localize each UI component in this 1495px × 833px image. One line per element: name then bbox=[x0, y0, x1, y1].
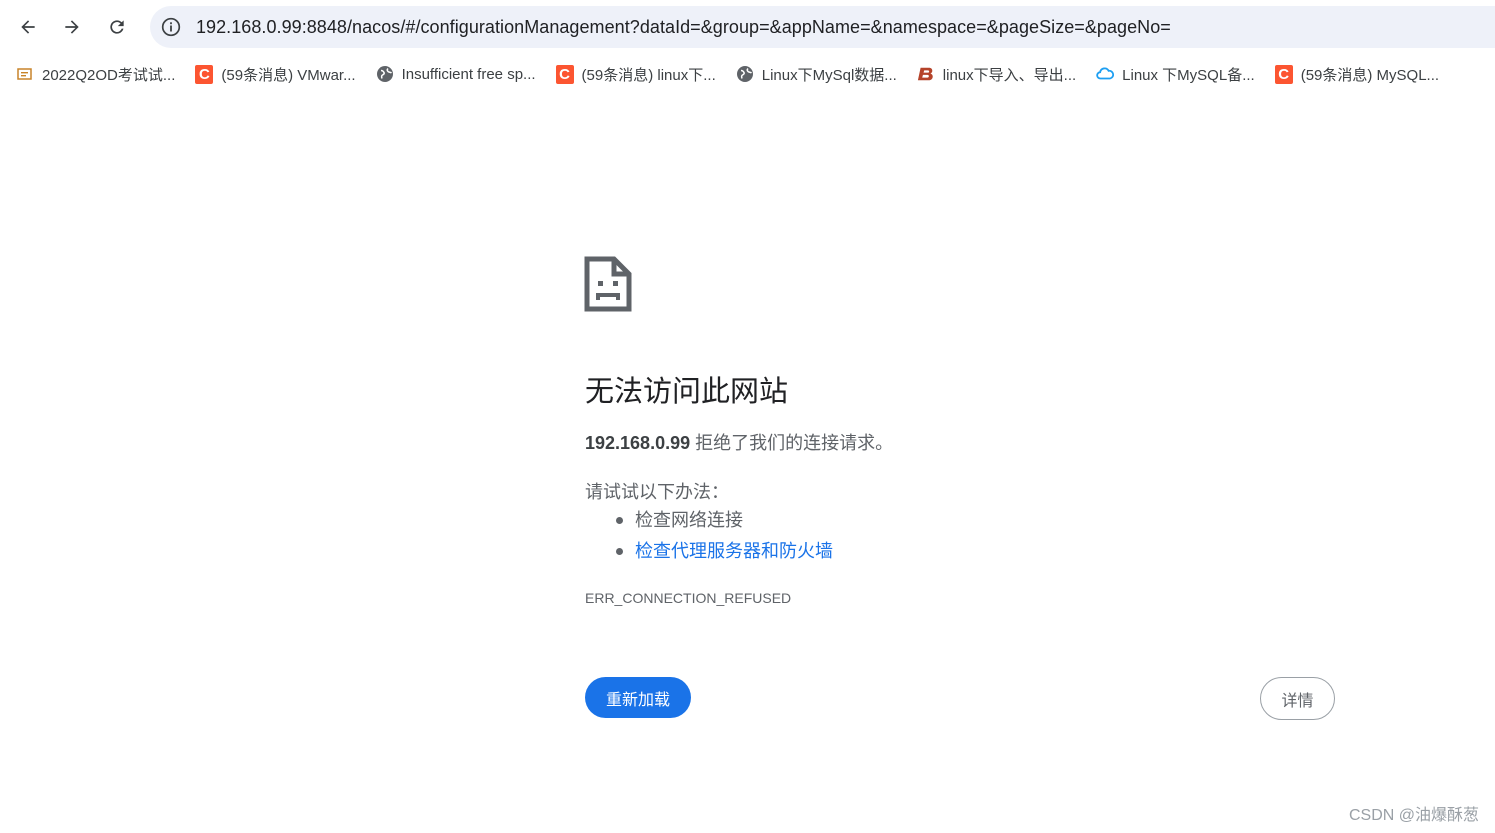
globe-icon bbox=[736, 65, 754, 83]
arrow-left-icon bbox=[21, 20, 35, 34]
csdn-favicon-icon: C bbox=[1274, 64, 1293, 84]
error-description: 192.168.0.99 拒绝了我们的连接请求。 bbox=[585, 429, 893, 455]
reload-icon bbox=[110, 20, 124, 34]
arrow-right-icon bbox=[65, 20, 79, 34]
csdn-favicon-icon: C bbox=[555, 64, 574, 84]
browser-toolbar: 192.168.0.99:8848/nacos/#/configurationM… bbox=[0, 0, 1495, 54]
bookmark-item[interactable]: C (59条消息) MySQL... bbox=[1264, 59, 1448, 89]
cloud-favicon-icon bbox=[1096, 65, 1115, 83]
globe-icon bbox=[376, 65, 394, 83]
bookmarks-bar: 2022Q2OD考试试... C (59条消息) VMwar... Insuff… bbox=[0, 56, 1495, 92]
b-favicon-icon bbox=[917, 65, 935, 83]
bookmark-label: Linux下MySql数据... bbox=[761, 66, 897, 84]
bookmark-label: (59条消息) VMwar... bbox=[221, 66, 356, 84]
bookmark-item[interactable]: linux下导入、导出... bbox=[906, 59, 1085, 89]
list-item: 检查代理服务器和防火墙 bbox=[585, 537, 833, 568]
suggestion-text: 检查网络连接 bbox=[635, 510, 743, 530]
suggestions-list: 检查网络连接 检查代理服务器和防火墙 bbox=[585, 506, 833, 568]
reload-page-button[interactable]: 重新加载 bbox=[585, 677, 691, 718]
bookmark-label: 2022Q2OD考试试... bbox=[42, 66, 176, 84]
csdn-favicon-icon: C bbox=[195, 64, 214, 84]
error-title: 无法访问此网站 bbox=[585, 376, 789, 408]
error-code: ERR_CONNECTION_REFUSED bbox=[585, 590, 792, 606]
list-item: 检查网络连接 bbox=[585, 506, 833, 537]
bookmark-item[interactable]: C (59条消息) VMwar... bbox=[184, 59, 364, 89]
error-description-text: 拒绝了我们的连接请求。 bbox=[690, 433, 894, 453]
url-text[interactable]: 192.168.0.99:8848/nacos/#/configurationM… bbox=[196, 17, 1171, 38]
info-icon[interactable] bbox=[159, 15, 183, 39]
bookmark-label: Insufficient free sp... bbox=[401, 65, 536, 83]
bookmark-label: (59条消息) linux下... bbox=[581, 66, 716, 84]
proxy-firewall-link[interactable]: 检查代理服务器和防火墙 bbox=[635, 541, 833, 561]
bookmark-label: (59条消息) MySQL... bbox=[1300, 66, 1440, 84]
address-bar[interactable]: 192.168.0.99:8848/nacos/#/configurationM… bbox=[150, 6, 1495, 48]
details-button[interactable]: 详情 bbox=[1260, 677, 1335, 720]
bookmark-label: linux下导入、导出... bbox=[942, 66, 1077, 84]
bookmark-item[interactable]: Linux 下MySQL备... bbox=[1085, 59, 1264, 89]
bookmark-item[interactable]: 2022Q2OD考试试... bbox=[0, 59, 184, 89]
doc-favicon-icon bbox=[16, 65, 34, 83]
suggestions-heading: 请试试以下办法： bbox=[585, 482, 729, 502]
reload-button[interactable] bbox=[100, 10, 134, 44]
bookmark-item[interactable]: Insufficient free sp... bbox=[365, 59, 545, 89]
forward-button[interactable] bbox=[55, 10, 89, 44]
sad-document-icon bbox=[584, 256, 632, 312]
watermark: CSDN @油爆酥葱 bbox=[1348, 807, 1479, 824]
back-button[interactable] bbox=[11, 10, 45, 44]
bookmark-item[interactable]: C (59条消息) linux下... bbox=[545, 59, 725, 89]
bullet-icon bbox=[616, 517, 623, 524]
bookmark-label: Linux 下MySQL备... bbox=[1122, 66, 1255, 84]
error-host: 192.168.0.99 bbox=[585, 433, 691, 453]
bookmark-item[interactable]: Linux下MySql数据... bbox=[725, 59, 906, 89]
bullet-icon bbox=[616, 548, 623, 555]
